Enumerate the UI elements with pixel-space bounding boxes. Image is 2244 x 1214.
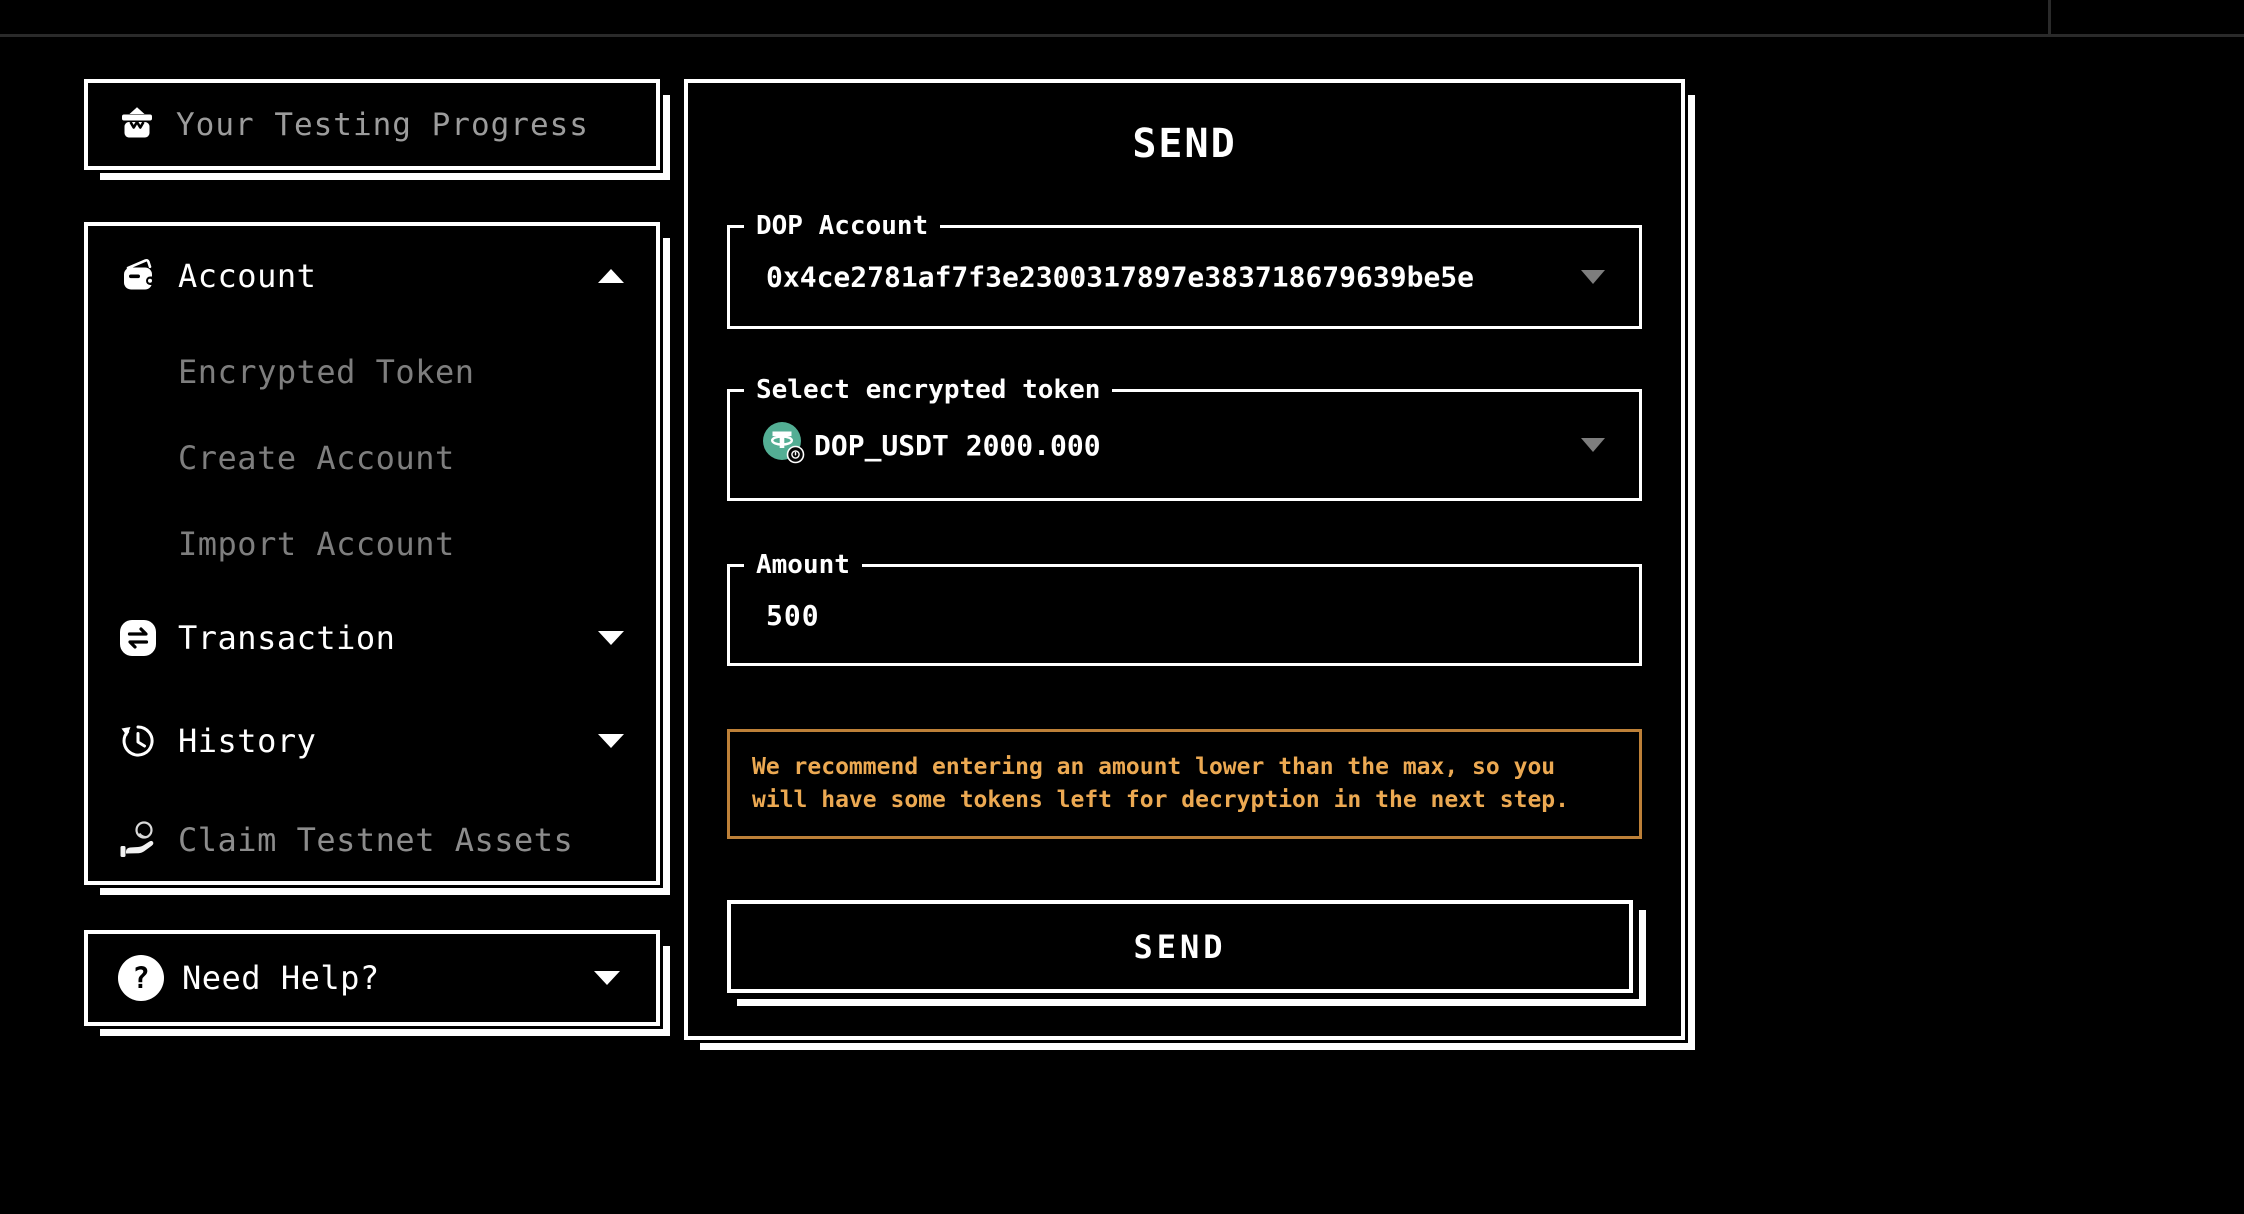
swap-arrows-icon [118,616,162,660]
top-bar-divider [2048,0,2051,34]
sidebar-item-label: Account [178,257,317,295]
dop-account-label: DOP Account [744,210,941,242]
sidebar-item-encrypted-token[interactable]: Encrypted Token [178,349,630,395]
sidebar-item-label: Transaction [178,619,396,657]
sidebar-item-transaction[interactable]: Transaction [118,615,630,661]
top-bar [0,0,2244,37]
sidebar-menu-card: Account Encrypted Token Create Account I… [84,222,670,895]
sidebar-item-label: History [178,722,317,760]
encrypted-token-select[interactable]: Select encrypted token DOP_USDT 2000.000 [727,374,1642,501]
chevron-down-icon [1581,438,1605,452]
send-panel: SEND DOP Account 0x4ce2781af7f3e23003178… [684,79,1695,1050]
chevron-down-icon [598,631,624,645]
sidebar-subitem-label: Create Account [178,439,455,477]
testing-progress-label: Your Testing Progress [176,106,589,143]
amount-field: Amount [727,549,1642,666]
dop-account-select[interactable]: DOP Account 0x4ce2781af7f3e2300317897e38… [727,210,1642,329]
token-selected-option: DOP_USDT 2000.000 [762,421,1101,469]
gift-icon [118,104,156,146]
chevron-down-icon [598,734,624,748]
testing-progress-card[interactable]: Your Testing Progress [84,79,670,180]
sidebar-subitem-label: Import Account [178,525,455,563]
need-help-card[interactable]: ? Need Help? [84,930,670,1036]
wallet-icon [118,254,162,298]
sidebar-subitem-label: Encrypted Token [178,353,475,391]
warning-box: We recommend entering an amount lower th… [727,729,1642,839]
encrypted-token-label: Select encrypted token [744,374,1113,406]
warning-text: We recommend entering an amount lower th… [752,754,1569,813]
need-help-label: Need Help? [182,959,380,997]
sidebar-item-account[interactable]: Account [118,253,630,299]
send-button[interactable]: SEND [727,900,1633,993]
amount-input[interactable] [766,567,1466,663]
dop-account-value: 0x4ce2781af7f3e2300317897e383718679639be… [766,260,1475,294]
sidebar-item-claim-testnet-assets[interactable]: Claim Testnet Assets [118,817,630,863]
send-button-wrap: SEND [727,900,1646,1006]
panel-title: SEND [1132,121,1237,167]
tether-token-icon [762,421,806,469]
token-value: DOP_USDT 2000.000 [814,428,1101,462]
chevron-down-icon [594,971,620,985]
sidebar-item-label: Claim Testnet Assets [178,821,574,859]
sidebar-item-history[interactable]: History [118,718,630,764]
history-clock-icon [118,719,162,763]
chevron-up-icon [598,269,624,283]
sidebar-item-create-account[interactable]: Create Account [178,435,630,481]
sidebar-item-import-account[interactable]: Import Account [178,521,630,567]
question-circle-icon: ? [118,955,164,1001]
chevron-down-icon [1581,270,1605,284]
hand-coin-icon [118,818,162,862]
